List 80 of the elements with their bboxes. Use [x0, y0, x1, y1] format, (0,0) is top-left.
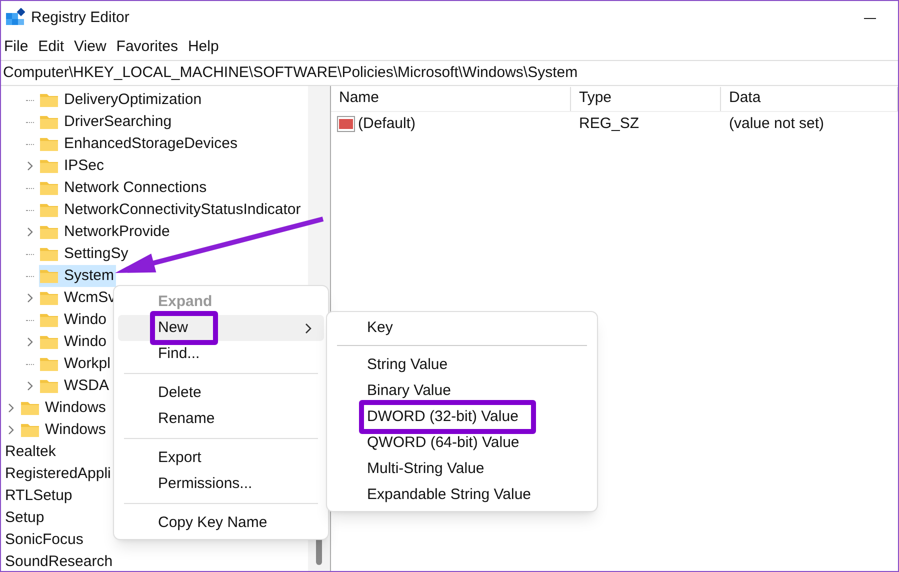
folder-icon	[39, 180, 59, 196]
chevron-icon[interactable]	[7, 425, 15, 435]
tree-item[interactable]: Realtek	[5, 443, 56, 460]
address-bar[interactable]: Computer\HKEY_LOCAL_MACHINE\SOFTWARE\Policies\Microsoft\Windows\System	[1, 60, 898, 86]
chevron-icon[interactable]	[26, 161, 34, 171]
chevron-icon[interactable]	[26, 293, 34, 303]
folder-icon	[39, 158, 59, 174]
folder-icon	[39, 334, 59, 350]
chevron-icon[interactable]	[7, 403, 15, 413]
menu-entry[interactable]: Expandable String Value	[364, 486, 534, 503]
folder-icon	[39, 136, 59, 152]
menu-label: Expand	[157, 293, 214, 310]
chevron-icon[interactable]	[26, 381, 34, 391]
menu-entry[interactable]: Key	[364, 319, 396, 336]
tree-item[interactable]: WSDA	[64, 374, 109, 398]
menu-item[interactable]: File	[1, 36, 32, 59]
menu-label: Export	[157, 449, 202, 466]
registry-icon	[5, 8, 25, 28]
menu-label: Find...	[157, 345, 201, 362]
folder-icon	[20, 422, 40, 438]
tree-item[interactable]: Workpl	[64, 352, 110, 376]
folder-icon	[39, 356, 59, 372]
folder-icon	[39, 224, 59, 240]
menu-label: New	[157, 319, 190, 336]
tree-item[interactable]: IPSec	[64, 154, 104, 178]
tree-item[interactable]: Windows	[45, 396, 106, 420]
menu-item[interactable]: View	[71, 36, 110, 59]
tree-item[interactable]: SoundResearch	[5, 553, 113, 570]
tree-item[interactable]: SettingSy	[64, 242, 128, 266]
folder-icon	[39, 290, 59, 306]
tree-item[interactable]: DeliveryOptimization	[64, 88, 202, 112]
value-name[interactable]: (Default)	[358, 112, 416, 136]
folder-icon	[39, 246, 59, 262]
string-value-icon	[337, 116, 355, 132]
tree-item[interactable]: DriverSearching	[64, 110, 172, 134]
menu-entry[interactable]: Binary Value	[364, 382, 454, 399]
tree-item[interactable]: Network Connections	[64, 176, 207, 200]
tree-item[interactable]: Windo	[64, 308, 107, 332]
menu-label: Copy Key Name	[157, 514, 268, 531]
menu-entry[interactable]: String Value	[364, 356, 451, 373]
menu-item[interactable]: Favorites	[113, 36, 181, 59]
folder-icon	[39, 312, 59, 328]
menu-entry[interactable]: QWORD (64-bit) Value	[364, 434, 522, 451]
tree-item[interactable]: NetworkProvide	[64, 220, 170, 244]
column-header[interactable]: Name	[331, 86, 571, 111]
folder-icon	[20, 400, 40, 416]
menu-item[interactable]: Edit	[35, 36, 68, 59]
value-type: REG_SZ	[578, 114, 640, 134]
menu-label: Rename	[157, 410, 216, 427]
menu-entry[interactable]: Find...	[118, 341, 324, 367]
tree-item[interactable]: WcmSv	[64, 286, 116, 310]
menu-item[interactable]: Help	[184, 36, 222, 59]
value-data: (value not set)	[728, 114, 826, 134]
tree-item[interactable]: RegisteredAppli	[5, 465, 111, 482]
tree-item[interactable]: RTLSetup	[5, 487, 72, 504]
menu-label: Delete	[157, 384, 202, 401]
column-header[interactable]: Data	[721, 86, 898, 111]
menu-entry[interactable]: Multi-String Value	[364, 460, 488, 477]
tree-item[interactable]: Windo	[64, 330, 107, 354]
window-title: Registry Editor	[31, 8, 130, 28]
tree-item[interactable]: EnhancedStorageDevices	[64, 132, 238, 156]
menu-entry[interactable]: DWORD (32-bit) Value	[364, 408, 522, 425]
tree-item[interactable]: NetworkConnectivityStatusIndicator	[64, 198, 301, 222]
menu-entry[interactable]: Permissions...	[118, 471, 324, 497]
column-header[interactable]: Type	[571, 86, 721, 111]
menu-entry[interactable]: Export	[118, 445, 324, 471]
tree-item[interactable]: SonicFocus	[5, 531, 84, 548]
menu-entry[interactable]: Delete	[118, 380, 324, 406]
folder-icon	[39, 92, 59, 108]
menu-entry[interactable]: Rename	[118, 406, 324, 432]
folder-icon	[39, 268, 59, 284]
tree-item[interactable]: Setup	[5, 509, 44, 526]
chevron-icon[interactable]	[26, 337, 34, 347]
menu-entry[interactable]: Copy Key Name	[118, 510, 324, 536]
tree-item[interactable]: Windows	[45, 418, 106, 442]
folder-icon	[39, 202, 59, 218]
menu-label: Permissions...	[157, 475, 254, 492]
folder-icon	[39, 114, 59, 130]
chevron-icon[interactable]	[26, 227, 34, 237]
folder-icon	[39, 378, 59, 394]
